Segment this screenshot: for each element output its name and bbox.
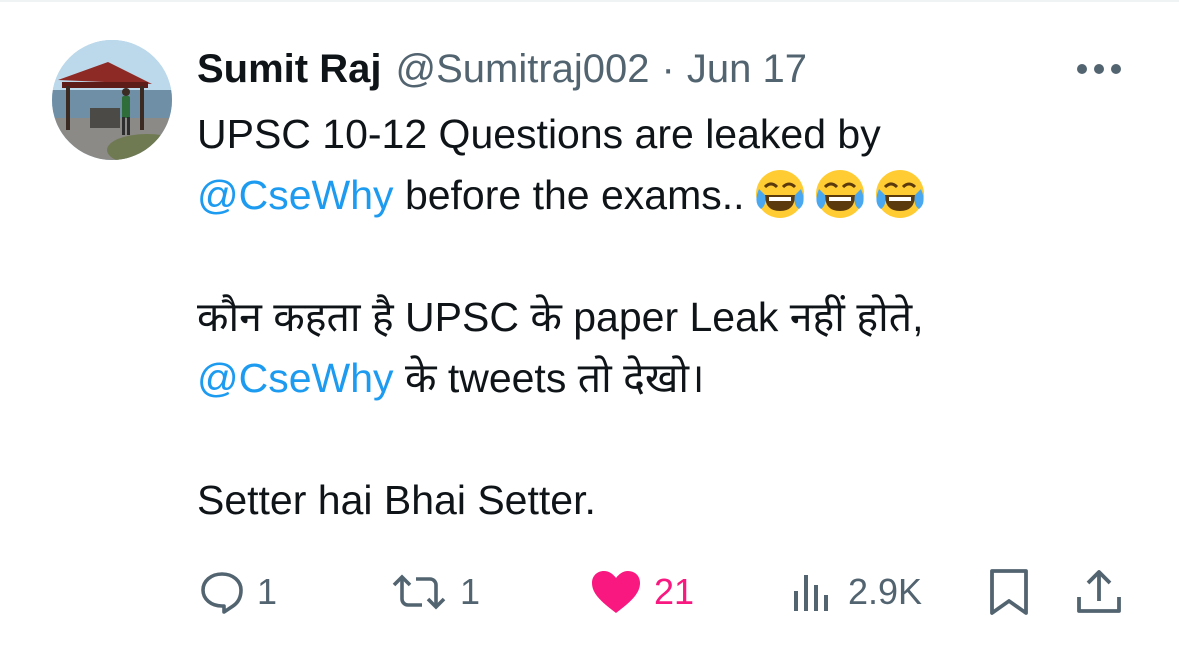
avatar-image [52, 40, 172, 160]
share-button[interactable] [1074, 560, 1124, 624]
tweet-actions: 1 1 21 2.9K [0, 560, 1179, 624]
reply-count: 1 [257, 571, 278, 612]
tweet-text-segment: कौन कहता है UPSC के paper Leak नहीं होते… [197, 294, 924, 340]
more-icon[interactable] [1074, 54, 1124, 84]
tweet-line-3: कौन कहता है UPSC के paper Leak नहीं होते… [197, 287, 1137, 348]
mention-link[interactable]: @CseWhy [197, 355, 394, 401]
reply-button[interactable]: 1 [199, 560, 277, 624]
face-with-tears-of-joy-icon [755, 170, 804, 218]
like-icon [592, 571, 640, 613]
tweet-text-segment: के tweets तो देखो। [393, 355, 705, 401]
tweet-text-segment: UPSC 10-12 Questions are leaked by [197, 111, 881, 157]
emoji-group [753, 167, 933, 221]
retweet-icon [392, 574, 446, 610]
like-button[interactable]: 21 [590, 560, 694, 624]
views-icon [794, 575, 828, 611]
tweet-text-segment: Setter hai Bhai Setter. [197, 477, 596, 523]
bookmark-button[interactable] [988, 560, 1030, 624]
tweet-line-5: Setter hai Bhai Setter. [197, 470, 1137, 531]
tweet-line-4: @CseWhy के tweets तो देखो। [197, 348, 1137, 409]
share-icon [1077, 570, 1121, 613]
author-handle[interactable]: @Sumitraj002 [395, 47, 649, 92]
face-with-tears-of-joy-icon [875, 170, 924, 218]
views-button[interactable]: 2.9K [790, 560, 922, 624]
top-divider [0, 0, 1179, 2]
tweet-line-1: UPSC 10-12 Questions are leaked by [197, 104, 1137, 165]
tweet-text-segment: before the exams.. [393, 172, 745, 218]
avatar[interactable] [52, 40, 172, 160]
header-separator: · [661, 46, 675, 91]
tweet-header: Sumit Raj @Sumitraj002 · Jun 17 [197, 44, 807, 94]
tweet-line-2: @CseWhy before the exams.. [197, 165, 1137, 226]
tweet-date[interactable]: Jun 17 [687, 47, 807, 92]
retweet-button[interactable]: 1 [390, 560, 480, 624]
views-count: 2.9K [848, 571, 923, 612]
retweet-count: 1 [460, 571, 481, 612]
tweet-text: UPSC 10-12 Questions are leaked by @CseW… [197, 104, 1137, 531]
reply-icon [201, 572, 243, 614]
author-name[interactable]: Sumit Raj [197, 47, 381, 92]
face-with-tears-of-joy-icon [815, 170, 864, 218]
mention-link[interactable]: @CseWhy [197, 172, 394, 218]
bookmark-icon [990, 569, 1028, 615]
like-count: 21 [654, 571, 695, 612]
